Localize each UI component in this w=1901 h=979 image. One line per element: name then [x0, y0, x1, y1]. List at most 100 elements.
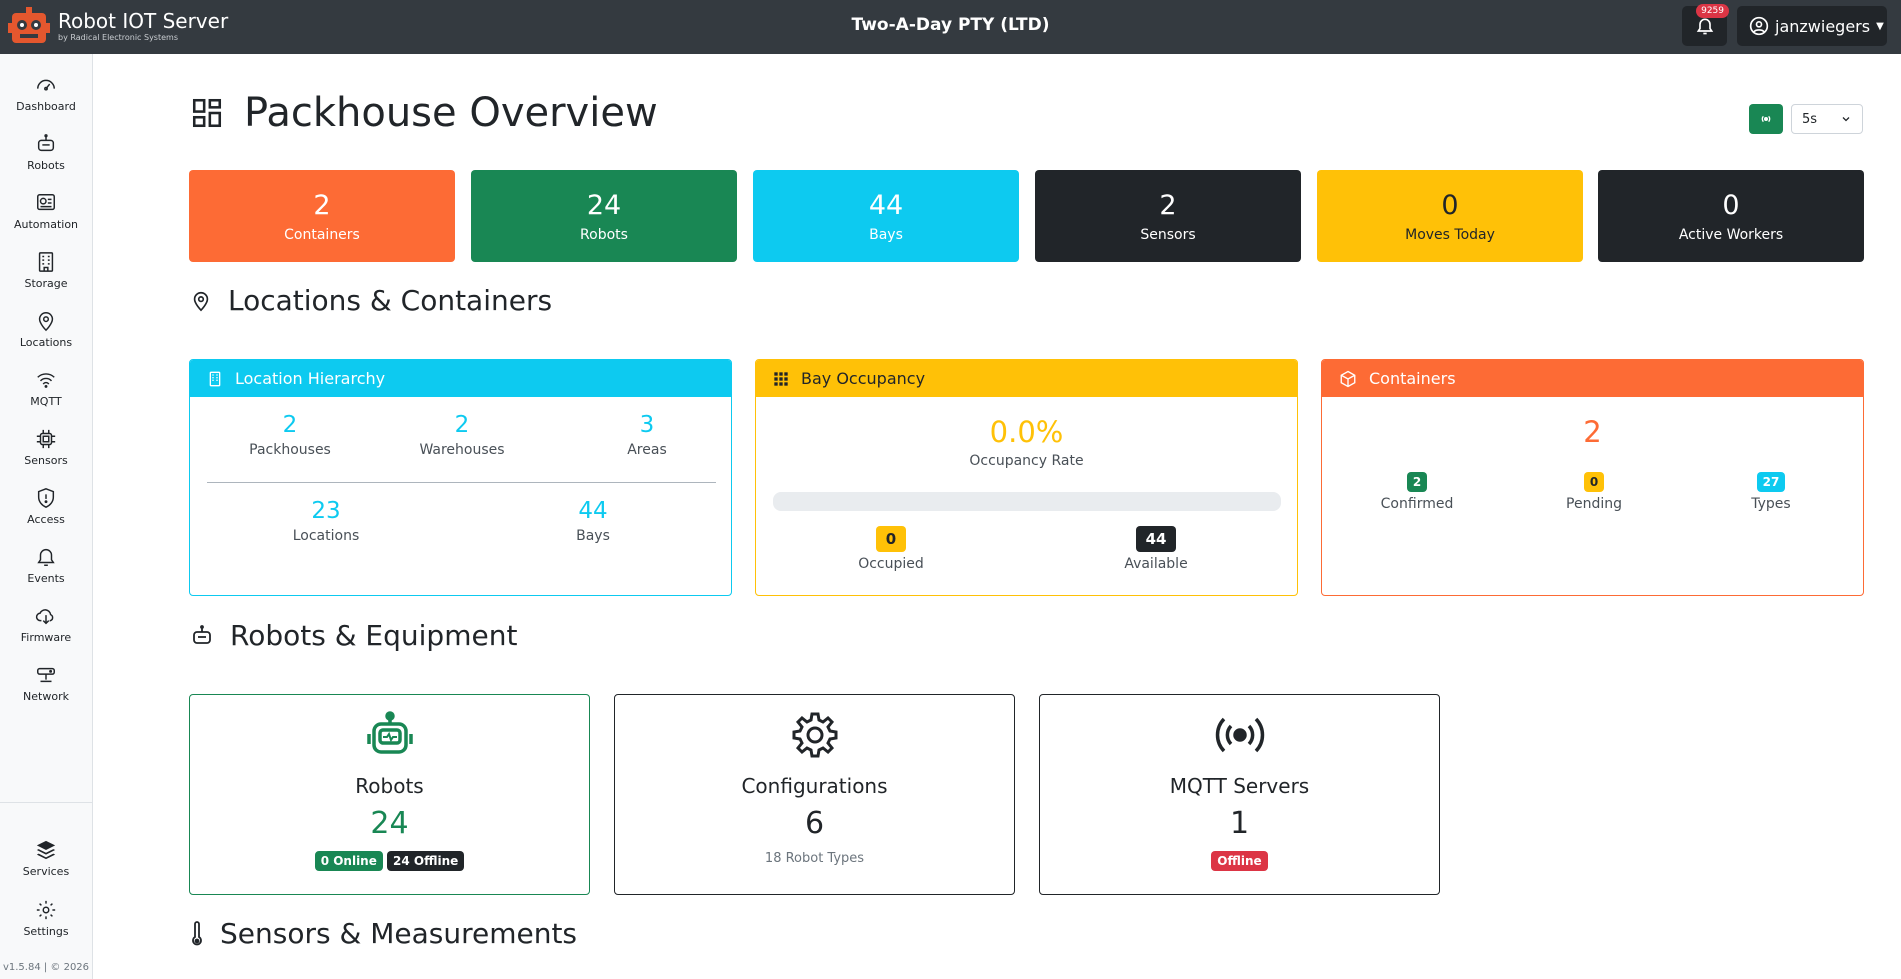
page-title: Packhouse Overview [244, 90, 658, 136]
containers-total-value: 2 [1583, 415, 1602, 449]
sidebar-item-label: Sensors [24, 453, 68, 467]
configurations-count: 6 [804, 806, 825, 841]
username: janzwiegers [1775, 16, 1871, 36]
cloud-download-icon [35, 608, 54, 624]
bell-icon [37, 548, 55, 566]
types-metric[interactable]: 27 Types [1716, 471, 1826, 512]
locations-metric[interactable]: 23 Locations [256, 498, 396, 544]
sidebar-item-locations[interactable]: Locations [0, 302, 92, 356]
card-divider [207, 482, 716, 483]
sidebar-item-sensors[interactable]: Sensors [0, 420, 92, 474]
metric-value: 23 [311, 498, 341, 524]
stat-value: 24 [586, 189, 622, 221]
card-title: Configurations [741, 774, 888, 798]
automation-icon [37, 193, 55, 210]
stat-label: Sensors [1140, 226, 1196, 243]
bays-metric[interactable]: 44 Bays [523, 498, 663, 544]
stat-card-robots[interactable]: 24 Robots [471, 170, 737, 262]
sidebar-item-firmware[interactable]: Firmware [0, 597, 92, 651]
notifications-button[interactable]: 9259 [1682, 4, 1729, 46]
online-badge: 0 Online [314, 851, 383, 871]
top-navbar: Robot IOT Server by Radical Electronic S… [0, 0, 1901, 54]
warehouses-metric[interactable]: 2 Warehouses [402, 412, 522, 458]
sidebar-item-services[interactable]: Services [0, 831, 92, 885]
mqtt-servers-summary-card[interactable]: MQTT Servers 1 Offline [1039, 694, 1440, 895]
section-title-text: Sensors & Measurements [220, 917, 578, 950]
stat-card-active-workers[interactable]: 0 Active Workers [1598, 170, 1864, 262]
robots-summary-card[interactable]: Robots 24 0 Online 24 Offline [189, 694, 590, 895]
packhouses-metric[interactable]: 2 Packhouses [230, 412, 350, 458]
sidebar-item-events[interactable]: Events [0, 538, 92, 592]
metric-label: Available [1124, 556, 1188, 572]
sidebar-item-network[interactable]: Network [0, 656, 92, 710]
sidebar-item-dashboard[interactable]: Dashboard [0, 66, 92, 120]
card-title: Containers [1369, 369, 1456, 388]
brand[interactable]: Robot IOT Server by Radical Electronic S… [8, 5, 228, 47]
page-header: Packhouse Overview [190, 90, 658, 136]
robot-icon [37, 133, 55, 151]
stat-value: 44 [868, 189, 904, 221]
pending-badge: 0 [1583, 472, 1605, 492]
section-title-sensors: Sensors & Measurements [190, 917, 577, 950]
mqtt-status: Offline [1211, 851, 1268, 871]
sidebar-item-label: Robots [27, 158, 65, 172]
occupied-metric[interactable]: 0 Occupied [836, 526, 946, 572]
metric-label: Warehouses [419, 442, 505, 458]
confirmed-metric[interactable]: 2 Confirmed [1362, 471, 1472, 512]
sidebar-item-settings[interactable]: Settings [0, 891, 92, 945]
refresh-interval-select[interactable]: 5s [1791, 104, 1863, 134]
robots-count: 24 [370, 806, 409, 841]
company-name: Two-A-Day PTY (LTD) [851, 15, 1050, 35]
stat-card-bays[interactable]: 44 Bays [753, 170, 1019, 262]
stat-label: Moves Today [1405, 226, 1495, 243]
app-subtitle: by Radical Electronic Systems [58, 32, 178, 42]
mqtt-offline-badge: Offline [1211, 851, 1268, 871]
metric-value: 44 [578, 498, 608, 524]
occupancy-rate-label: Occupancy Rate [969, 453, 1084, 469]
robot-icon [366, 711, 413, 754]
sidebar-item-mqtt[interactable]: MQTT [0, 361, 92, 415]
sidebar-item-label: Firmware [20, 630, 72, 644]
pending-metric[interactable]: 0 Pending [1539, 471, 1649, 512]
speedometer-icon [37, 79, 55, 91]
occupancy-rate: 0.0% Occupancy Rate [756, 415, 1297, 469]
offline-badge: 24 Offline [387, 851, 465, 871]
sidebar-item-access[interactable]: Access [0, 479, 92, 533]
sidebar-item-automation[interactable]: Automation [0, 184, 92, 238]
confirmed-badge: 2 [1406, 472, 1428, 492]
stat-card-sensors[interactable]: 2 Sensors [1035, 170, 1301, 262]
sidebar-item-label: Access [27, 512, 65, 526]
sidebar-divider [0, 802, 92, 803]
available-metric[interactable]: 44 Available [1101, 526, 1211, 572]
sidebar-item-storage[interactable]: Storage [0, 243, 92, 297]
router-icon [37, 667, 55, 682]
user-menu-button[interactable]: janzwiegers ▼ [1737, 6, 1887, 46]
sidebar-item-robots[interactable]: Robots [0, 125, 92, 179]
metric-value: 2 [454, 412, 470, 438]
sidebar-item-label: Settings [23, 924, 69, 938]
user-circle-icon [1749, 16, 1769, 36]
stat-card-containers[interactable]: 2 Containers [189, 170, 455, 262]
thermometer-icon [192, 920, 202, 945]
bell-icon [1696, 18, 1713, 35]
metric-label: Confirmed [1380, 496, 1454, 512]
configurations-summary-card[interactable]: Configurations 6 18 Robot Types [614, 694, 1015, 895]
gear-icon [36, 900, 56, 919]
dashboard-grid-icon [192, 98, 222, 128]
containers-card: Containers 2 2 Confirmed 0 Pending 27 Ty… [1321, 359, 1864, 596]
stat-value: 2 [313, 189, 331, 221]
metric-label: Packhouses [249, 442, 331, 458]
areas-metric[interactable]: 3 Areas [587, 412, 707, 458]
stat-card-moves-today[interactable]: 0 Moves Today [1317, 170, 1583, 262]
broadcast-icon [1761, 115, 1771, 123]
card-title: Bay Occupancy [801, 369, 926, 388]
chevron-down-icon [1842, 117, 1850, 122]
metric-label: Areas [627, 442, 667, 458]
shield-icon [37, 487, 55, 508]
card-header: Bay Occupancy [756, 360, 1297, 397]
stat-label: Robots [580, 226, 628, 243]
live-refresh-button[interactable] [1749, 104, 1783, 134]
metric-label: Occupied [858, 556, 924, 572]
metric-value: 2 [282, 412, 298, 438]
metric-label: Bays [576, 528, 610, 544]
